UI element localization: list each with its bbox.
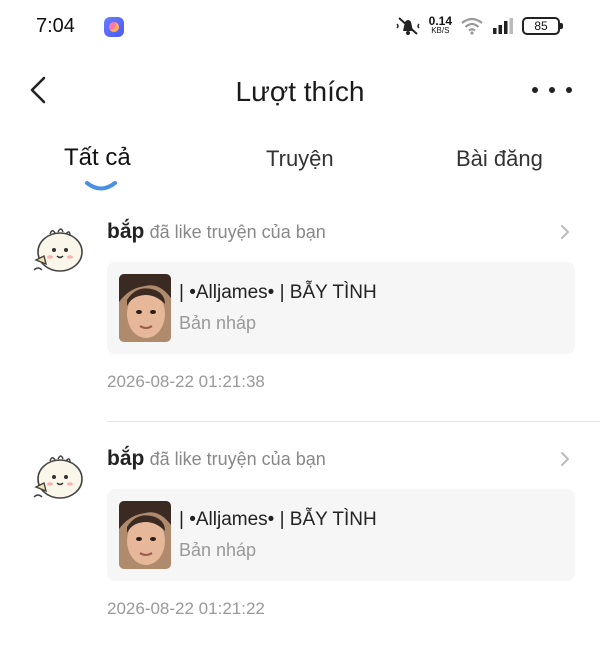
- app-notification-icon: [104, 17, 124, 37]
- dot: [532, 87, 538, 93]
- battery-indicator: 85: [522, 17, 563, 35]
- story-status: Bản nháp: [179, 540, 257, 560]
- status-indicators: 0.14 KB/S 85: [395, 14, 563, 38]
- timestamp: 2026-08-22 01:21:38: [107, 372, 265, 391]
- tab-posts[interactable]: Bài đăng: [456, 146, 543, 172]
- network-speed: 0.14 KB/S: [428, 14, 452, 36]
- tab-all[interactable]: Tất cả: [64, 144, 131, 172]
- action-text: đã like truyện của bạn: [149, 449, 326, 469]
- avatar[interactable]: [28, 447, 88, 507]
- divider: [107, 421, 600, 422]
- app-header: Lượt thích: [0, 60, 600, 122]
- story-status: Bản nháp: [179, 313, 257, 333]
- story-card[interactable]: | •Alljames• | BẪY TÌNH Bản nháp: [107, 489, 575, 581]
- tab-stories[interactable]: Truyện: [266, 146, 334, 172]
- story-title: | •Alljames• | BẪY TÌNH: [179, 282, 377, 303]
- dot: [566, 87, 572, 93]
- list-item[interactable]: bắp đã like truyện của bạn | •Alljames• …: [0, 437, 600, 645]
- status-time: 7:04: [36, 15, 75, 37]
- notification-text: bắp đã like truyện của bạn: [107, 220, 326, 244]
- timestamp: 2026-08-22 01:21:22: [107, 599, 265, 618]
- signal-icon: [493, 18, 513, 34]
- wifi-icon: [461, 17, 483, 35]
- story-title: | •Alljames• | BẪY TÌNH: [179, 509, 377, 530]
- user-name[interactable]: bắp: [107, 220, 144, 243]
- action-text: đã like truyện của bạn: [149, 222, 326, 242]
- more-options-button[interactable]: [532, 74, 572, 106]
- notification-text: bắp đã like truyện của bạn: [107, 447, 326, 471]
- network-speed-unit: KB/S: [431, 26, 450, 35]
- chevron-right-icon[interactable]: [558, 224, 572, 240]
- status-bar: 7:04 0.14 KB/S 85: [0, 0, 600, 54]
- mute-icon: [396, 17, 420, 35]
- avatar[interactable]: [28, 220, 88, 280]
- list-item[interactable]: bắp đã like truyện của bạn | •Alljames• …: [0, 210, 600, 422]
- story-card[interactable]: | •Alljames• | BẪY TÌNH Bản nháp: [107, 262, 575, 354]
- tab-bar: Tất cả Truyện Bài đăng: [0, 140, 600, 200]
- battery-level: 85: [534, 19, 548, 33]
- chevron-right-icon[interactable]: [558, 451, 572, 467]
- user-name[interactable]: bắp: [107, 447, 144, 470]
- dot: [549, 87, 555, 93]
- story-cover-image: [119, 501, 171, 569]
- story-cover-image: [119, 274, 171, 342]
- page-title: Lượt thích: [235, 76, 365, 107]
- active-tab-indicator: [85, 181, 117, 191]
- network-speed-value: 0.14: [428, 14, 452, 28]
